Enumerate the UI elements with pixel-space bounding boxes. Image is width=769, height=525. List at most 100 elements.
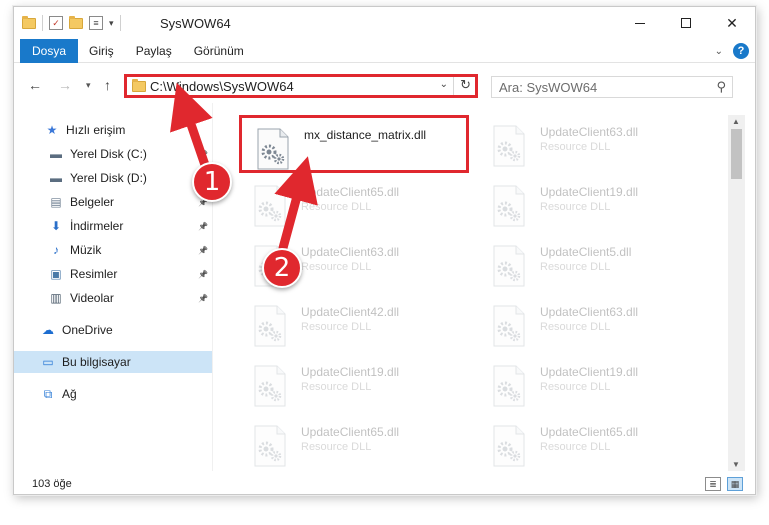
file-name: UpdateClient19.dll bbox=[540, 185, 639, 199]
folder-icon bbox=[22, 15, 36, 29]
sidebar-item-resimler[interactable]: ▣ Resimler 📌 bbox=[14, 263, 212, 285]
file-description: Resource DLL bbox=[301, 201, 372, 213]
ribbon-tabs: Dosya Giriş Paylaş Görünüm ⌄ ? bbox=[14, 38, 755, 63]
pin-icon[interactable]: 📌 bbox=[198, 150, 208, 159]
file-name: mx_distance_matrix.dll bbox=[304, 128, 427, 142]
dll-file-icon bbox=[256, 128, 290, 170]
step-2-badge: 2 bbox=[262, 248, 302, 288]
file-tile[interactable]: UpdateClient19.dll Resource DLL bbox=[478, 175, 708, 233]
file-tile[interactable]: UpdateClient65.dll Resource DLL bbox=[478, 415, 708, 471]
file-name: UpdateClient19.dll bbox=[301, 365, 400, 379]
close-icon: ✕ bbox=[726, 14, 738, 31]
file-description: Resource DLL bbox=[301, 321, 372, 333]
file-tile[interactable]: UpdateClient19.dll Resource DLL bbox=[239, 355, 469, 413]
dll-file-icon bbox=[492, 185, 526, 227]
file-tile[interactable]: UpdateClient65.dll Resource DLL bbox=[239, 415, 469, 471]
ribbon-controls: ⌄ ? bbox=[715, 43, 749, 59]
large-icons-view-icon[interactable]: ▦ bbox=[727, 477, 743, 491]
music-icon: ♪ bbox=[53, 243, 59, 257]
sidebar-item-videolar[interactable]: ▥ Videolar 📌 bbox=[14, 287, 212, 309]
sidebar-item-a[interactable]: ⧉ Ağ bbox=[14, 383, 212, 405]
refresh-icon[interactable]: ↻ bbox=[460, 77, 471, 93]
sidebar-item-label: Yerel Disk (D:) bbox=[70, 171, 147, 185]
scroll-up-icon[interactable]: ▲ bbox=[732, 117, 740, 126]
tab-view[interactable]: Görünüm bbox=[183, 39, 255, 63]
file-tile[interactable]: UpdateClient42.dll Resource DLL bbox=[239, 295, 469, 353]
sidebar-item-onedrive[interactable]: ☁ OneDrive bbox=[14, 319, 212, 341]
tab-home[interactable]: Giriş bbox=[78, 39, 125, 63]
sidebar-item-i-ndirmeler[interactable]: ⬇ İndirmeler 📌 bbox=[14, 215, 212, 237]
maximize-icon bbox=[681, 18, 691, 28]
window-controls: ✕ bbox=[617, 7, 755, 39]
close-button[interactable]: ✕ bbox=[709, 7, 755, 39]
sidebar-item-label: Bu bilgisayar bbox=[62, 355, 131, 369]
step-1-badge: 1 bbox=[192, 162, 232, 202]
file-description: Resource DLL bbox=[301, 441, 372, 453]
window-title: SysWOW64 bbox=[160, 16, 231, 31]
navigation-pane: ★ Hızlı erişim ▬ Yerel Disk (C:) 📌 ▬ Yerel Dis… bbox=[14, 111, 212, 471]
minimize-button[interactable] bbox=[617, 7, 663, 39]
qat-dropdown-icon[interactable]: ▾ bbox=[109, 18, 114, 29]
tab-file[interactable]: Dosya bbox=[20, 38, 79, 63]
file-description: Resource DLL bbox=[540, 441, 611, 453]
file-tile[interactable]: UpdateClient63.dll Resource DLL bbox=[478, 115, 708, 173]
file-name: UpdateClient63.dll bbox=[540, 305, 639, 319]
up-button[interactable]: ↑ bbox=[104, 77, 111, 93]
scroll-down-icon[interactable]: ▼ bbox=[732, 460, 740, 469]
file-tile[interactable]: UpdateClient5.dll Resource DLL bbox=[478, 235, 708, 293]
pane-divider[interactable] bbox=[212, 103, 213, 471]
file-tile[interactable]: mx_distance_matrix.dll bbox=[239, 115, 469, 173]
address-dropdown-icon[interactable]: ⌄ bbox=[440, 79, 448, 90]
address-path[interactable]: C:\Windows\SysWOW64 bbox=[150, 79, 294, 94]
sidebar-item-belgeler[interactable]: ▤ Belgeler 📌 bbox=[14, 191, 212, 213]
pin-icon[interactable]: 📌 bbox=[198, 294, 208, 303]
tab-share[interactable]: Paylaş bbox=[125, 39, 183, 63]
view-toggle: ≣ ▦ bbox=[705, 477, 743, 491]
file-tile[interactable]: UpdateClient19.dll Resource DLL bbox=[478, 355, 708, 413]
file-name: UpdateClient5.dll bbox=[540, 245, 632, 259]
search-input[interactable]: Ara: SysWOW64 ⚲ bbox=[491, 76, 733, 98]
dll-file-icon bbox=[492, 365, 526, 407]
search-icon[interactable]: ⚲ bbox=[716, 79, 726, 95]
sidebar-item-yerel-disk-d[interactable]: ▬ Yerel Disk (D:) bbox=[14, 167, 212, 189]
help-icon[interactable]: ? bbox=[733, 43, 749, 59]
maximize-button[interactable] bbox=[663, 7, 709, 39]
sidebar-item-bu-bilgisayar[interactable]: ▭ Bu bilgisayar bbox=[14, 351, 212, 373]
new-folder-icon[interactable] bbox=[69, 15, 83, 29]
details-view-icon[interactable]: ≣ bbox=[705, 477, 721, 491]
file-name: UpdateClient63.dll bbox=[540, 125, 639, 139]
back-button[interactable]: ← bbox=[28, 77, 42, 93]
file-description: Resource DLL bbox=[301, 261, 372, 273]
vertical-scrollbar[interactable]: ▲ ▼ bbox=[728, 115, 745, 471]
item-count: 103 öğe bbox=[32, 478, 72, 490]
quick-access-toolbar: ✓ ≡ ▾ bbox=[22, 15, 121, 31]
videos-icon: ▥ bbox=[50, 291, 62, 305]
file-name: UpdateClient65.dll bbox=[301, 425, 400, 439]
pin-icon[interactable]: 📌 bbox=[198, 222, 208, 231]
properties-icon[interactable]: ✓ bbox=[49, 16, 63, 30]
dll-file-icon bbox=[253, 425, 287, 467]
file-tile[interactable]: UpdateClient65.dll Resource DLL bbox=[239, 175, 469, 233]
search-placeholder: Ara: SysWOW64 bbox=[499, 80, 598, 95]
sidebar-item-label: Ağ bbox=[62, 387, 77, 401]
pin-icon[interactable]: 📌 bbox=[198, 246, 208, 255]
pin-icon[interactable]: 📌 bbox=[198, 270, 208, 279]
forward-button[interactable]: → bbox=[58, 77, 72, 93]
recent-locations-icon[interactable]: ▾ bbox=[86, 80, 91, 91]
sidebar-item-m-zik[interactable]: ♪ Müzik 📌 bbox=[14, 239, 212, 261]
file-tile[interactable]: UpdateClient63.dll Resource DLL bbox=[478, 295, 708, 353]
sidebar-item-label: Resimler bbox=[70, 267, 118, 281]
file-name: UpdateClient19.dll bbox=[540, 365, 639, 379]
expand-ribbon-icon[interactable]: ⌄ bbox=[715, 46, 723, 57]
customize-qat-icon[interactable]: ≡ bbox=[89, 16, 103, 30]
sidebar-item-yerel-disk-c[interactable]: ▬ Yerel Disk (C:) 📌 bbox=[14, 143, 212, 165]
dll-file-icon bbox=[492, 245, 526, 287]
file-description: Resource DLL bbox=[540, 321, 611, 333]
scroll-thumb[interactable] bbox=[731, 129, 742, 179]
address-bar[interactable]: C:\Windows\SysWOW64 ⌄ ↻ bbox=[124, 74, 478, 98]
sidebar-item-h-zl-eri-im[interactable]: ★ Hızlı erişim bbox=[14, 119, 212, 141]
sidebar-item-label: Yerel Disk (C:) bbox=[70, 147, 147, 161]
dll-file-icon bbox=[492, 305, 526, 347]
address-divider bbox=[453, 77, 454, 95]
toolbar-divider bbox=[119, 15, 121, 31]
